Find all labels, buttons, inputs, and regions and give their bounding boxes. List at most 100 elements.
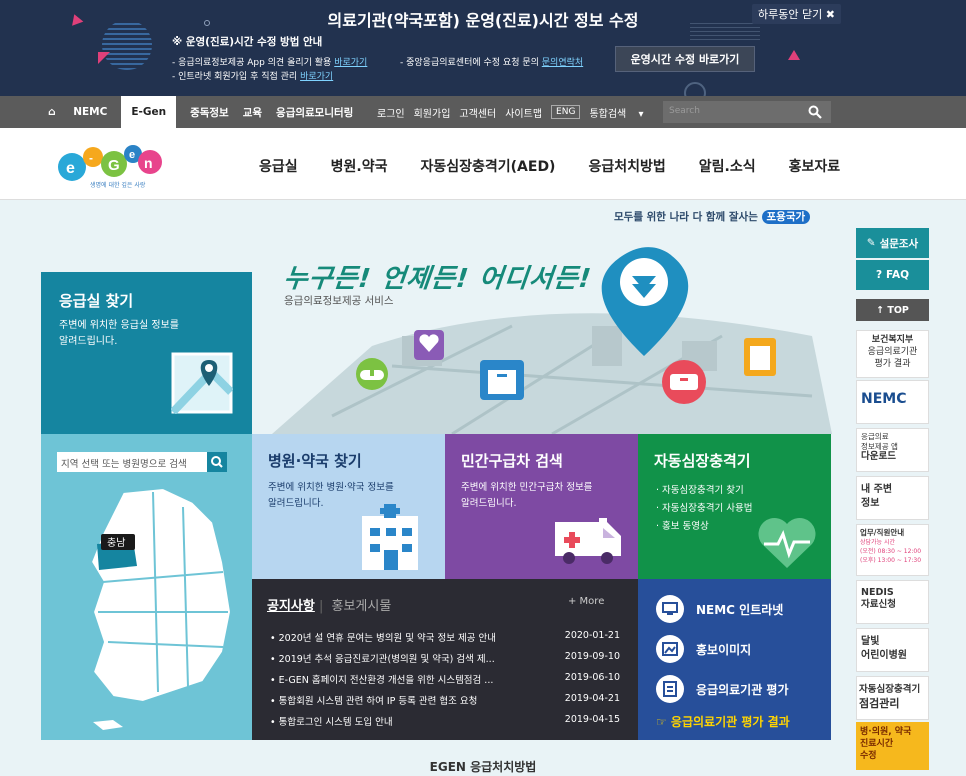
menu-news[interactable]: 알림.소식 [699,156,756,176]
decoration-triangle [788,50,800,60]
nemc-ad[interactable]: NEMC [856,380,929,424]
nedis-ad[interactable]: NEDIS 자료신청 [856,580,929,624]
nav-poison[interactable]: 중독정보 [190,105,229,120]
main-menu: 응급실 병원.약국 자동심장충격기(AED) 응급처치방법 알림.소식 홍보자료 [259,156,873,176]
aed-list-item[interactable]: · 자동심장충격기 사용법 [656,500,752,518]
menu-first-aid[interactable]: 응급처치방법 [588,156,665,176]
heart-pulse-icon [758,517,816,568]
quick-links-panel: NEMC 인트라넷 홍보이미지 응급의료기관 평가 ☞ 응급의료기관 평가 결과 [638,579,831,740]
ambulance-icon [555,518,621,564]
top-button[interactable]: ↑ TOP [856,299,929,321]
section-title: EGEN 응급처치방법 [429,760,537,774]
logo-tagline: 생명에 대한 깊은 사랑 [90,181,146,189]
banner-line-text: - 중앙응급의료센터에 수정 요청 문의 [400,58,539,68]
tab-promo-posts[interactable]: 홍보게시물 [332,599,392,614]
search-input[interactable]: Search [663,101,831,123]
moonlight-ad[interactable]: 달빛 어린이병원 [856,628,929,672]
evaluation-result-link[interactable]: ☞ 응급의료기관 평가 결과 [656,713,790,730]
hospital-finder-tile[interactable]: 병원·약국 찾기 주변에 위치한 병원·약국 정보를 알려드립니다. [252,434,445,579]
staff-label: 업무/직원안내 [860,528,905,537]
staff-label: (오후) 13:00 ~ 17:30 [860,557,922,564]
pharmacy-marker-icon [356,358,388,390]
egen-logo[interactable]: e - G e n 생명에 대한 깊은 사랑 [56,140,166,190]
region-search-button[interactable] [207,452,227,472]
aed-tile[interactable]: 자동심장충격기 · 자동심장충격기 찾기 · 자동심장충격기 사용법 · 홍보 … [638,434,831,579]
eng-link[interactable]: ENG [551,105,581,119]
signup-link[interactable]: 회원가입 [414,105,451,120]
nearby-info-ad[interactable]: 내 주변 정보 [856,476,929,520]
menu-hospital-pharmacy[interactable]: 병원.약국 [331,156,388,176]
intranet-link[interactable]: NEMC 인트라넷 [656,595,783,623]
close-icon: ✖ [825,8,835,21]
er-title: 응급실 찾기 [59,292,134,310]
staff-label: 상담가능 시간 [860,539,896,546]
decoration-ring [684,82,706,96]
ministry-sub: 응급의료기관 [867,347,918,357]
nav-egen[interactable]: E-Gen [121,96,177,128]
notice-more-link[interactable]: + More [568,596,604,607]
hours-edit-label: 진료시간 [860,739,894,749]
banner-contact-link[interactable]: 문의연락처 [542,58,583,68]
notice-title: • 2020년 설 연휴 문여는 병의원 및 약국 정보 제공 안내 [270,633,497,644]
menu-aed[interactable]: 자동심장충격기(AED) [420,156,555,176]
login-link[interactable]: 로그인 [377,105,405,120]
nav-education[interactable]: 교육 [243,105,262,120]
banner-app-link[interactable]: 바로가기 [334,58,367,68]
notice-title: • E-GEN 홈페이지 전산환경 개선을 위한 시스템점검 ... [270,675,494,686]
app-label: 다운로드 [861,451,896,462]
notice-row[interactable]: • 2019년 추석 응급진료기관(병의원 및 약국) 검색 제... 2019-… [270,651,620,665]
notice-row[interactable]: • 2020년 설 연휴 문여는 병의원 및 약국 정보 제공 안내 2020-0… [270,630,620,644]
survey-button[interactable]: ✎ 설문조사 [856,228,929,258]
tab-notice[interactable]: 공지사항 [267,599,315,614]
nav-nemc-label: NEMC [73,106,108,118]
search-icon [211,456,223,468]
support-link[interactable]: 고객센터 [459,105,496,120]
search-scope-select[interactable]: 통합검색 ▾ [589,105,652,120]
sitemap-link[interactable]: 사이트맵 [505,105,542,120]
notice-row[interactable]: • E-GEN 홈페이지 전산환경 개선을 위한 시스템점검 ... 2019-0… [270,672,620,686]
menu-er[interactable]: 응급실 [259,156,298,176]
aed-management-ad[interactable]: 자동심장충격기 점검관리 [856,676,929,720]
ministry-label: 보건복지부 [871,335,914,345]
aed-list-item[interactable]: · 자동심장충격기 찾기 [656,482,752,500]
moonlight-label: 달빛 [861,636,880,647]
evaluation-link[interactable]: 응급의료기관 평가 [656,675,789,703]
banner-line-app: - 응급의료정보제공 App 의견 올리기 활용 바로가기 [172,55,367,68]
aed-list-item[interactable]: · 홍보 동영상 [656,518,752,536]
notice-row[interactable]: • 통합회원 시스템 관련 하여 IP 등록 관련 협조 요청 2019-04-2… [270,693,620,707]
aed-management-label: 점검관리 [859,697,900,710]
faq-button[interactable]: ? FAQ [856,260,929,290]
banner-intranet-link[interactable]: 바로가기 [300,72,333,82]
menu-promo[interactable]: 홍보자료 [789,156,841,176]
staff-guide-ad[interactable]: 업무/직원안내 상담가능 시간 (오전) 08:30 ~ 12:00 (오후) 13:… [856,524,929,576]
ministry-ad[interactable]: 보건복지부 응급의료기관 평가 결과 [856,330,929,378]
edit-hours-button[interactable]: 운영시간 수정 바로가기 [615,46,755,72]
nedis-label: NEDIS [861,587,894,598]
question-icon: ? [875,269,883,281]
faq-label: FAQ [886,269,910,281]
region-search-input[interactable]: 지역 선택 또는 병원명으로 검색 [57,452,207,472]
banner-line-intranet: - 인트라넷 회원가입 후 직접 관리 바로가기 [172,69,333,82]
banner-close-button[interactable]: 하루동안 닫기 ✖ [752,4,841,24]
search-icon[interactable] [808,105,822,119]
nav-nemc[interactable]: ⌂ NEMC [48,106,107,118]
hero-title: 누구든! 언제든! 어디서든! [282,264,594,294]
notice-title: • 2019년 추석 응급진료기관(병의원 및 약국) 검색 제... [270,654,495,665]
notice-date: 2020-01-21 [564,630,620,641]
app-label: 정보제공 앱 [861,442,898,451]
promo-images-link[interactable]: 홍보이미지 [656,635,751,663]
building-marker-icon [744,338,776,376]
evaluation-label: 응급의료기관 평가 [696,682,789,697]
hospital-icon [362,504,418,570]
header: e - G e n 생명에 대한 깊은 사랑 응급실 병원.약국 자동심장충격기… [0,128,966,200]
svg-text:G: G [108,157,120,174]
korea-map[interactable]: 충남 [63,482,243,732]
notice-board: 공지사항 | 홍보게시물 + More • 2020년 설 연휴 문여는 병의원… [252,579,638,740]
app-download-ad[interactable]: 응급의료 정보제공 앱 다운로드 [856,428,929,472]
er-desc-line: 알려드립니다. [59,336,118,347]
ambulance-search-tile[interactable]: 민간구급차 검색 주변에 위치한 민간구급차 정보를 알려드립니다. [445,434,638,579]
search-scope-label: 통합검색 [589,108,627,120]
er-finder-tile[interactable]: 응급실 찾기 주변에 위치한 응급실 정보를 알려드립니다. [41,272,252,434]
nav-monitoring[interactable]: 응급의료모니터링 [276,105,353,120]
notice-row[interactable]: • 통합로그인 시스템 도입 안내 2019-04-15 [270,714,620,728]
